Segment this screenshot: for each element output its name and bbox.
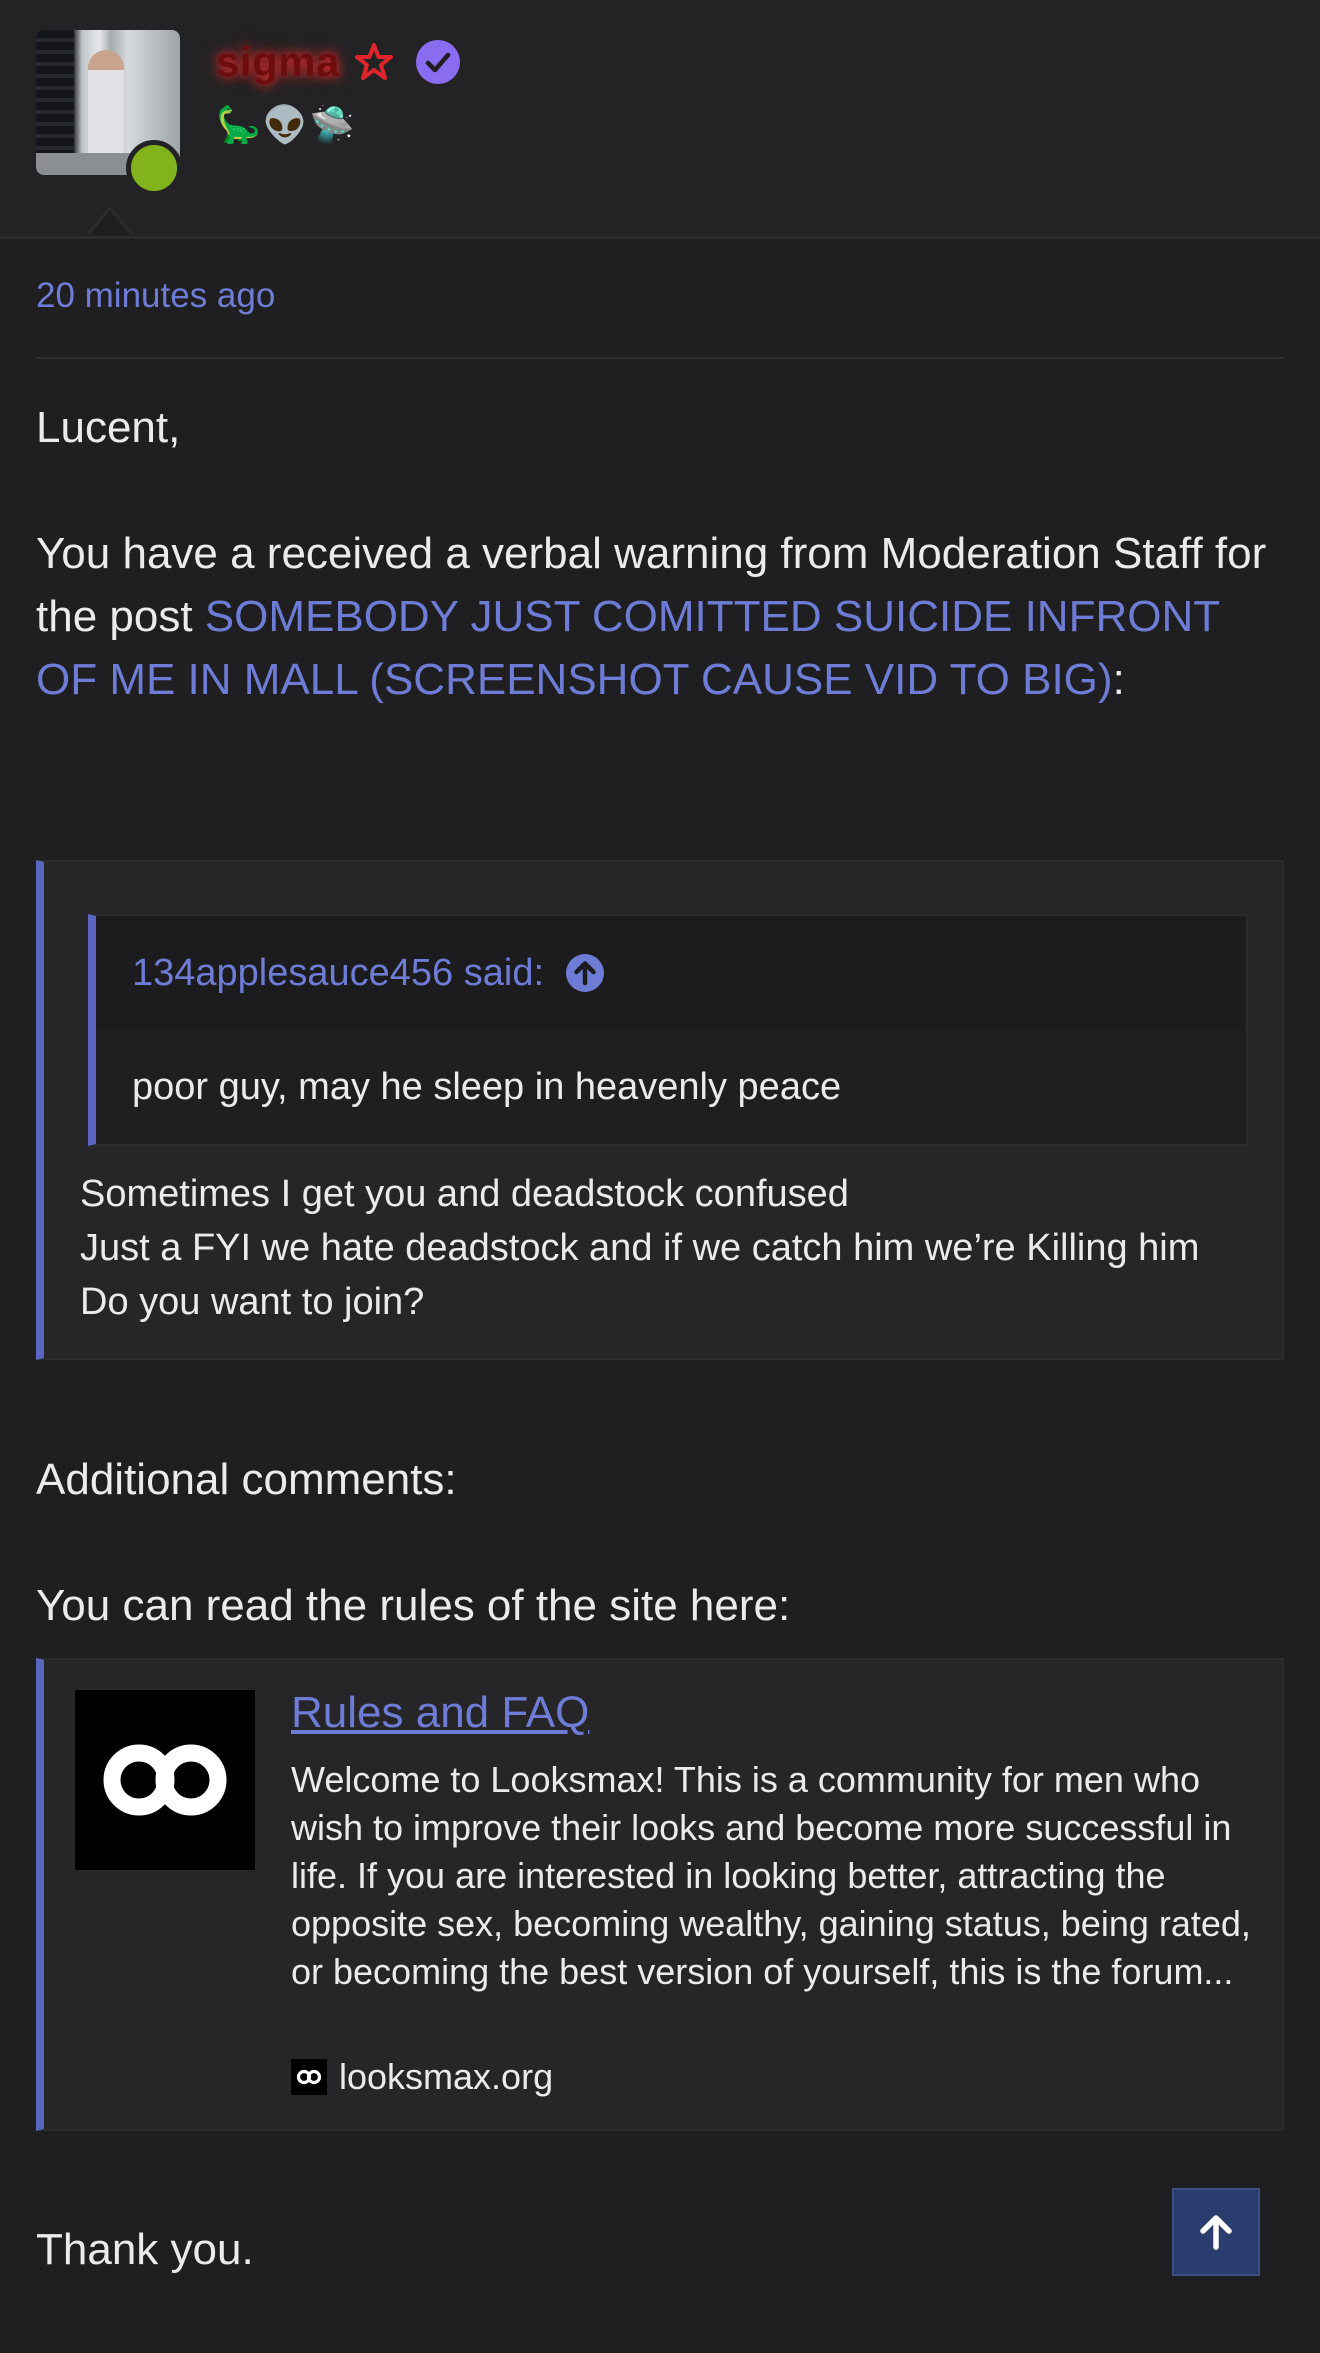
quote-author[interactable]: 134applesauce456 said: xyxy=(132,952,544,995)
quote-line: Do you want to join? xyxy=(80,1281,425,1323)
quoted-post: 134applesauce456 said: poor guy, may he … xyxy=(36,860,1284,1360)
link-preview-card[interactable]: Rules and FAQ Welcome to Looksmax! This … xyxy=(36,1658,1284,2131)
alien-icon: 👽 xyxy=(262,104,308,145)
warning-paragraph: You have a received a verbal warning fro… xyxy=(36,522,1286,711)
dinosaur-icon: 🦕 xyxy=(216,104,261,145)
preview-source[interactable]: looksmax.org xyxy=(291,2056,553,2098)
preview-title-link[interactable]: Rules and FAQ xyxy=(291,1688,589,1738)
site-favicon-icon xyxy=(291,2059,327,2095)
nested-quote-text: poor guy, may he sleep in heavenly peace xyxy=(132,1066,842,1108)
star-icon xyxy=(354,43,393,80)
user-emoji-banner: 🦕 👽 🛸 xyxy=(216,104,354,146)
arrow-up-circle-icon[interactable] xyxy=(564,952,606,994)
post-header: sigma 🦕 👽 🛸 xyxy=(0,0,1320,239)
post-timestamp[interactable]: 20 minutes ago xyxy=(36,276,275,316)
sign-off: Thank you. xyxy=(36,2225,254,2274)
post-link[interactable]: SOMEBODY JUST COMITTED SUICIDE INFRONT O… xyxy=(36,592,1219,704)
avatar-figure xyxy=(88,50,124,160)
warning-colon: : xyxy=(1112,655,1125,704)
quote-header[interactable]: 134applesauce456 said: xyxy=(96,916,1246,1030)
username[interactable]: sigma xyxy=(216,38,340,86)
nested-quote: 134applesauce456 said: poor guy, may he … xyxy=(88,914,1248,1146)
infinity-logo-icon xyxy=(75,1690,255,1870)
verified-icon xyxy=(415,40,460,84)
username-row: sigma xyxy=(216,36,462,88)
additional-comments-label: Additional comments: xyxy=(36,1455,457,1504)
quote-body: Sometimes I get you and deadstock confus… xyxy=(80,1167,1199,1329)
rules-intro: You can read the rules of the site here: xyxy=(36,1581,791,1630)
scroll-to-top-button[interactable] xyxy=(1172,2188,1260,2276)
online-status-indicator xyxy=(126,140,182,196)
preview-domain[interactable]: looksmax.org xyxy=(339,2056,553,2098)
preview-description: Welcome to Looksmax! This is a community… xyxy=(291,1759,1251,1992)
divider xyxy=(36,357,1284,359)
quote-line: Sometimes I get you and deadstock confus… xyxy=(80,1173,849,1215)
arrow-up-icon xyxy=(1200,2215,1232,2250)
ufo-icon: 🛸 xyxy=(309,104,355,145)
greeting: Lucent, xyxy=(36,403,181,452)
quote-line: Just a FYI we hate deadstock and if we c… xyxy=(80,1227,1200,1269)
